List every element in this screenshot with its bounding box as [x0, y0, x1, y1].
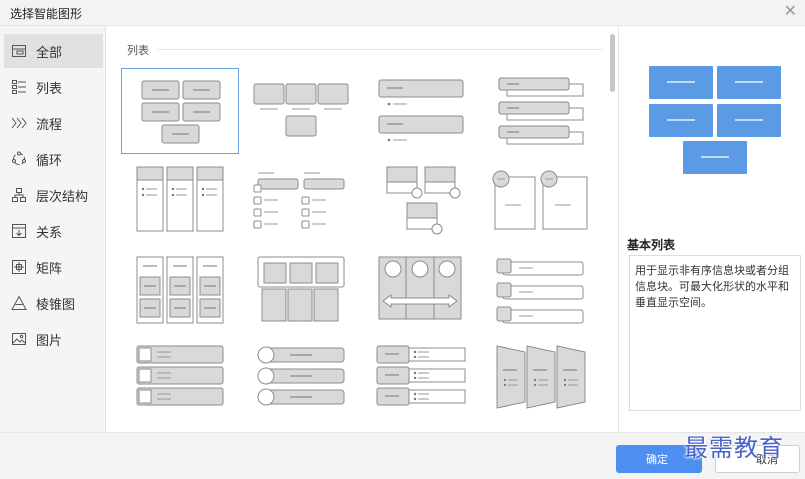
layout-thumb-stacked-box-list[interactable]	[121, 253, 239, 339]
sidebar-item-label: 矩阵	[36, 261, 63, 277]
layout-preview-graphic	[649, 66, 781, 174]
sidebar-item-label: 棱锥图	[36, 297, 76, 313]
sidebar-item-pyramid[interactable]: 棱锥图	[4, 286, 103, 320]
close-icon[interactable]: ✕	[784, 1, 797, 21]
layout-thumb-picture-caption-list[interactable]	[367, 161, 485, 247]
layout-thumb-vertical-bullet-list[interactable]	[367, 68, 485, 154]
layout-thumb-box-bullet-list[interactable]	[121, 342, 239, 428]
layout-name: 基本列表	[627, 238, 676, 252]
sidebar-item-all[interactable]: 全部	[4, 34, 103, 68]
layout-thumb-label-bullet-list[interactable]	[367, 342, 485, 428]
layout-thumb-arrow-process-list[interactable]	[367, 253, 485, 339]
sidebar-item-cycle[interactable]: 循环	[4, 142, 103, 176]
layout-thumb-basic-list[interactable]	[121, 68, 239, 154]
layout-thumb-table-hierarchy[interactable]	[248, 253, 366, 339]
layout-thumb-tab-list[interactable]	[487, 253, 605, 339]
layout-thumb-stacked-list[interactable]	[487, 68, 605, 154]
sidebar-item-label: 层次结构	[36, 189, 89, 205]
sidebar-item-hierarchy[interactable]: 层次结构	[4, 178, 103, 212]
pyramid-icon	[10, 294, 28, 312]
hierarchy-icon	[10, 186, 28, 204]
dialog-title: 选择智能图形	[10, 7, 83, 21]
gallery-scrollbar[interactable]	[610, 32, 617, 432]
layout-thumb-circle-caption-list[interactable]	[487, 161, 605, 247]
sidebar-item-label: 图片	[36, 333, 63, 349]
process-icon	[10, 114, 28, 132]
scrollbar-thumb[interactable]	[610, 34, 615, 92]
layout-thumb-horizontal-bullet-list[interactable]	[248, 161, 366, 247]
sidebar-item-process[interactable]: 流程	[4, 106, 103, 140]
cycle-icon	[10, 150, 28, 168]
relationship-icon	[10, 222, 28, 240]
layout-thumb-circle-bullet-list[interactable]	[248, 342, 366, 428]
sidebar-item-label: 关系	[36, 225, 63, 241]
sidebar-item-label: 列表	[36, 81, 63, 97]
picture-icon	[10, 330, 28, 348]
title-bar: 选择智能图形 ✕	[0, 0, 805, 26]
sidebar-item-list[interactable]: 列表	[4, 70, 103, 104]
section-divider	[157, 49, 603, 50]
smartart-dialog: 选择智能图形 ✕ 全部 列表 流程 循环 层次结构 关系 矩阵 棱锥图 图片 列…	[0, 0, 805, 479]
all-icon	[10, 42, 28, 60]
section-title: 列表	[127, 44, 149, 57]
sidebar-item-picture[interactable]: 图片	[4, 322, 103, 356]
sidebar-item-matrix[interactable]: 矩阵	[4, 250, 103, 284]
layout-description: 用于显示非有序信息块或者分组信息块。可最大化形状的水平和垂直显示空间。	[629, 255, 801, 411]
layout-thumb-trapezoid-list[interactable]	[487, 342, 605, 428]
list-icon	[10, 78, 28, 96]
matrix-icon	[10, 258, 28, 276]
watermark-text: 最需教育	[684, 434, 784, 462]
category-sidebar: 全部 列表 流程 循环 层次结构 关系 矩阵 棱锥图 图片	[0, 26, 106, 432]
layout-thumb-vertical-box-list[interactable]	[121, 161, 239, 247]
sidebar-item-label: 流程	[36, 117, 63, 133]
layout-thumb-grouped-list[interactable]	[248, 68, 366, 154]
preview-pane: 基本列表 用于显示非有序信息块或者分组信息块。可最大化形状的水平和垂直显示空间。	[618, 26, 805, 432]
sidebar-item-relationship[interactable]: 关系	[4, 214, 103, 248]
graphic-gallery: 列表	[107, 26, 610, 432]
sidebar-item-label: 循环	[36, 153, 63, 169]
sidebar-item-label: 全部	[36, 45, 63, 61]
